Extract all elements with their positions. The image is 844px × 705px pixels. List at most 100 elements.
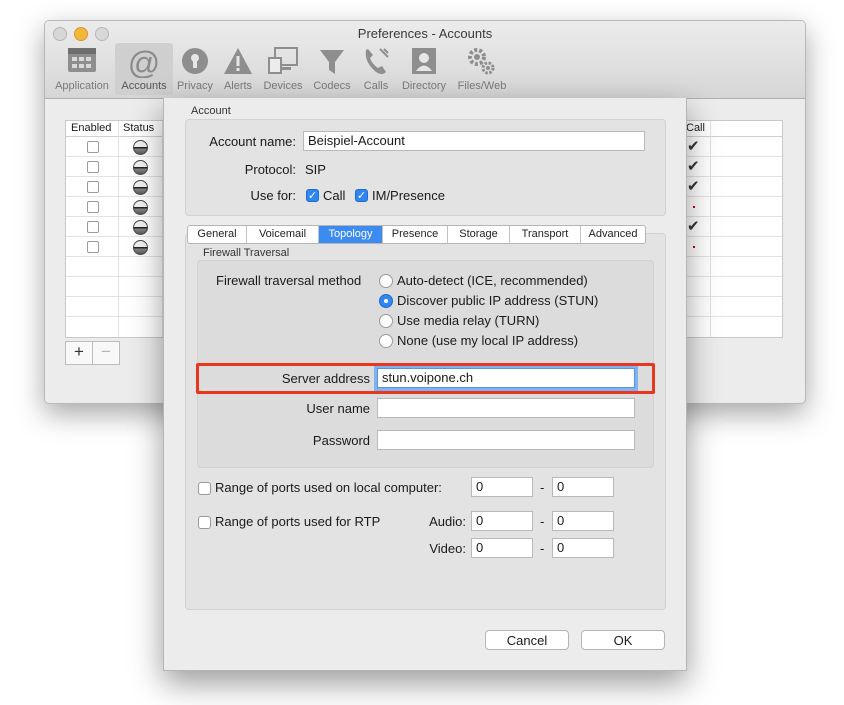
range-separator: - [540, 480, 545, 495]
toolbar-label: Calls [363, 80, 389, 92]
password-field[interactable] [377, 430, 635, 450]
use-call-checkbox[interactable]: ✓ [306, 189, 319, 202]
annotation-highlight [196, 363, 655, 394]
user-name-label: User name [306, 401, 370, 416]
toolbar-label: Application [55, 80, 109, 92]
toolbar-application[interactable]: Application [49, 43, 115, 95]
enabled-checkbox[interactable] [87, 241, 99, 253]
toolbar-alerts[interactable]: Alerts [217, 43, 259, 95]
local-port-to-field[interactable]: 0 [552, 477, 614, 497]
toolbar-directory[interactable]: Directory [395, 43, 453, 95]
account-name-label: Account name: [209, 134, 296, 149]
checkmark-icon: ✔ [687, 178, 700, 195]
account-tabs: General Voicemail Topology Presence Stor… [187, 225, 646, 244]
enabled-checkbox[interactable] [87, 161, 99, 173]
tab-voicemail[interactable]: Voicemail [247, 226, 319, 243]
toolbar-label: Devices [263, 80, 303, 92]
enabled-checkbox[interactable] [87, 141, 99, 153]
use-im-label: IM/Presence [372, 188, 445, 203]
add-account-button[interactable]: + [65, 341, 93, 365]
dot-icon [693, 206, 695, 208]
enabled-checkbox[interactable] [87, 201, 99, 213]
firewall-method-label: Firewall traversal method [216, 273, 362, 288]
toolbar-calls[interactable]: Calls [357, 43, 395, 95]
status-icon [133, 160, 148, 175]
option-turn-label: Use media relay (TURN) [397, 313, 540, 328]
local-ports-label: Range of ports used on local computer: [215, 480, 442, 495]
range-separator: - [540, 514, 545, 529]
tab-general[interactable]: General [188, 226, 247, 243]
rtp-ports-checkbox[interactable] [198, 516, 211, 529]
privacy-icon [182, 48, 208, 74]
column-header-status[interactable]: Status [123, 122, 154, 134]
checkmark-icon: ✔ [687, 218, 700, 235]
enabled-checkbox[interactable] [87, 181, 99, 193]
title-bar: Preferences - Accounts Application @ Acc… [45, 21, 805, 99]
column-divider [710, 121, 711, 337]
tab-advanced[interactable]: Advanced [581, 226, 645, 243]
status-icon [133, 200, 148, 215]
devices-icon [268, 47, 298, 74]
local-ports-checkbox[interactable] [198, 482, 211, 495]
phone-icon [365, 48, 389, 74]
toolbar-label: Codecs [313, 80, 351, 92]
toolbar-codecs[interactable]: Codecs [307, 43, 357, 95]
tab-presence[interactable]: Presence [383, 226, 448, 243]
protocol-value: SIP [305, 162, 326, 177]
radio-stun[interactable] [379, 294, 393, 308]
audio-port-to-field[interactable]: 0 [552, 511, 614, 531]
option-none-label: None (use my local IP address) [397, 333, 579, 348]
audio-port-from-field[interactable]: 0 [471, 511, 533, 531]
preferences-toolbar: Application @ Accounts Privacy Alerts De… [49, 43, 511, 95]
toolbar-devices[interactable]: Devices [259, 43, 307, 95]
toolbar-label: Accounts [121, 80, 167, 92]
range-separator: - [540, 541, 545, 556]
radio-auto-detect[interactable] [379, 274, 393, 288]
remove-account-button[interactable]: − [92, 341, 120, 365]
toolbar-privacy[interactable]: Privacy [173, 43, 217, 95]
video-ports-label: Video: [429, 541, 466, 556]
column-header-call[interactable]: Call [686, 122, 705, 134]
tab-storage[interactable]: Storage [448, 226, 510, 243]
protocol-label: Protocol: [244, 162, 296, 177]
use-im-checkbox[interactable]: ✓ [355, 189, 368, 202]
ok-button[interactable]: OK [581, 630, 665, 650]
radio-turn[interactable] [379, 314, 393, 328]
status-icon [133, 240, 148, 255]
enabled-checkbox[interactable] [87, 221, 99, 233]
user-name-field[interactable] [377, 398, 635, 418]
password-label: Password [312, 433, 370, 448]
firewall-group-title: Firewall Traversal [203, 247, 290, 259]
video-port-to-field[interactable]: 0 [552, 538, 614, 558]
local-port-from-field[interactable]: 0 [471, 477, 533, 497]
window-title: Preferences - Accounts [357, 26, 493, 41]
rtp-ports-label: Range of ports used for RTP [215, 514, 381, 529]
status-icon [133, 140, 148, 155]
status-icon [133, 220, 148, 235]
gears-icon [468, 48, 495, 75]
column-divider [118, 121, 119, 337]
alert-icon [224, 48, 252, 74]
account-name-field[interactable]: Beispiel-Account [303, 131, 645, 151]
dot-icon [693, 246, 695, 248]
radio-none[interactable] [379, 334, 393, 348]
use-for-label: Use for: [250, 188, 296, 203]
option-stun-label: Discover public IP address (STUN) [397, 293, 599, 308]
tab-transport[interactable]: Transport [510, 226, 581, 243]
toolbar-files-web[interactable]: Files/Web [453, 43, 511, 95]
video-port-from-field[interactable]: 0 [471, 538, 533, 558]
contact-icon [412, 48, 436, 74]
column-header-enabled[interactable]: Enabled [71, 122, 111, 134]
tab-topology[interactable]: Topology [319, 226, 383, 243]
toolbar-accounts[interactable]: @ Accounts [115, 43, 173, 95]
checkmark-icon: ✔ [687, 158, 700, 175]
toolbar-label: Directory [401, 80, 446, 92]
toolbar-label: Privacy [176, 80, 214, 92]
use-call-label: Call [323, 188, 346, 203]
cancel-button[interactable]: Cancel [485, 630, 569, 650]
funnel-icon [320, 50, 344, 74]
option-auto-detect-label: Auto-detect (ICE, recommended) [397, 273, 588, 288]
account-sheet: Account Account name: Beispiel-Account P… [163, 98, 687, 671]
svg-text:@: @ [128, 46, 160, 78]
audio-ports-label: Audio: [429, 514, 466, 529]
